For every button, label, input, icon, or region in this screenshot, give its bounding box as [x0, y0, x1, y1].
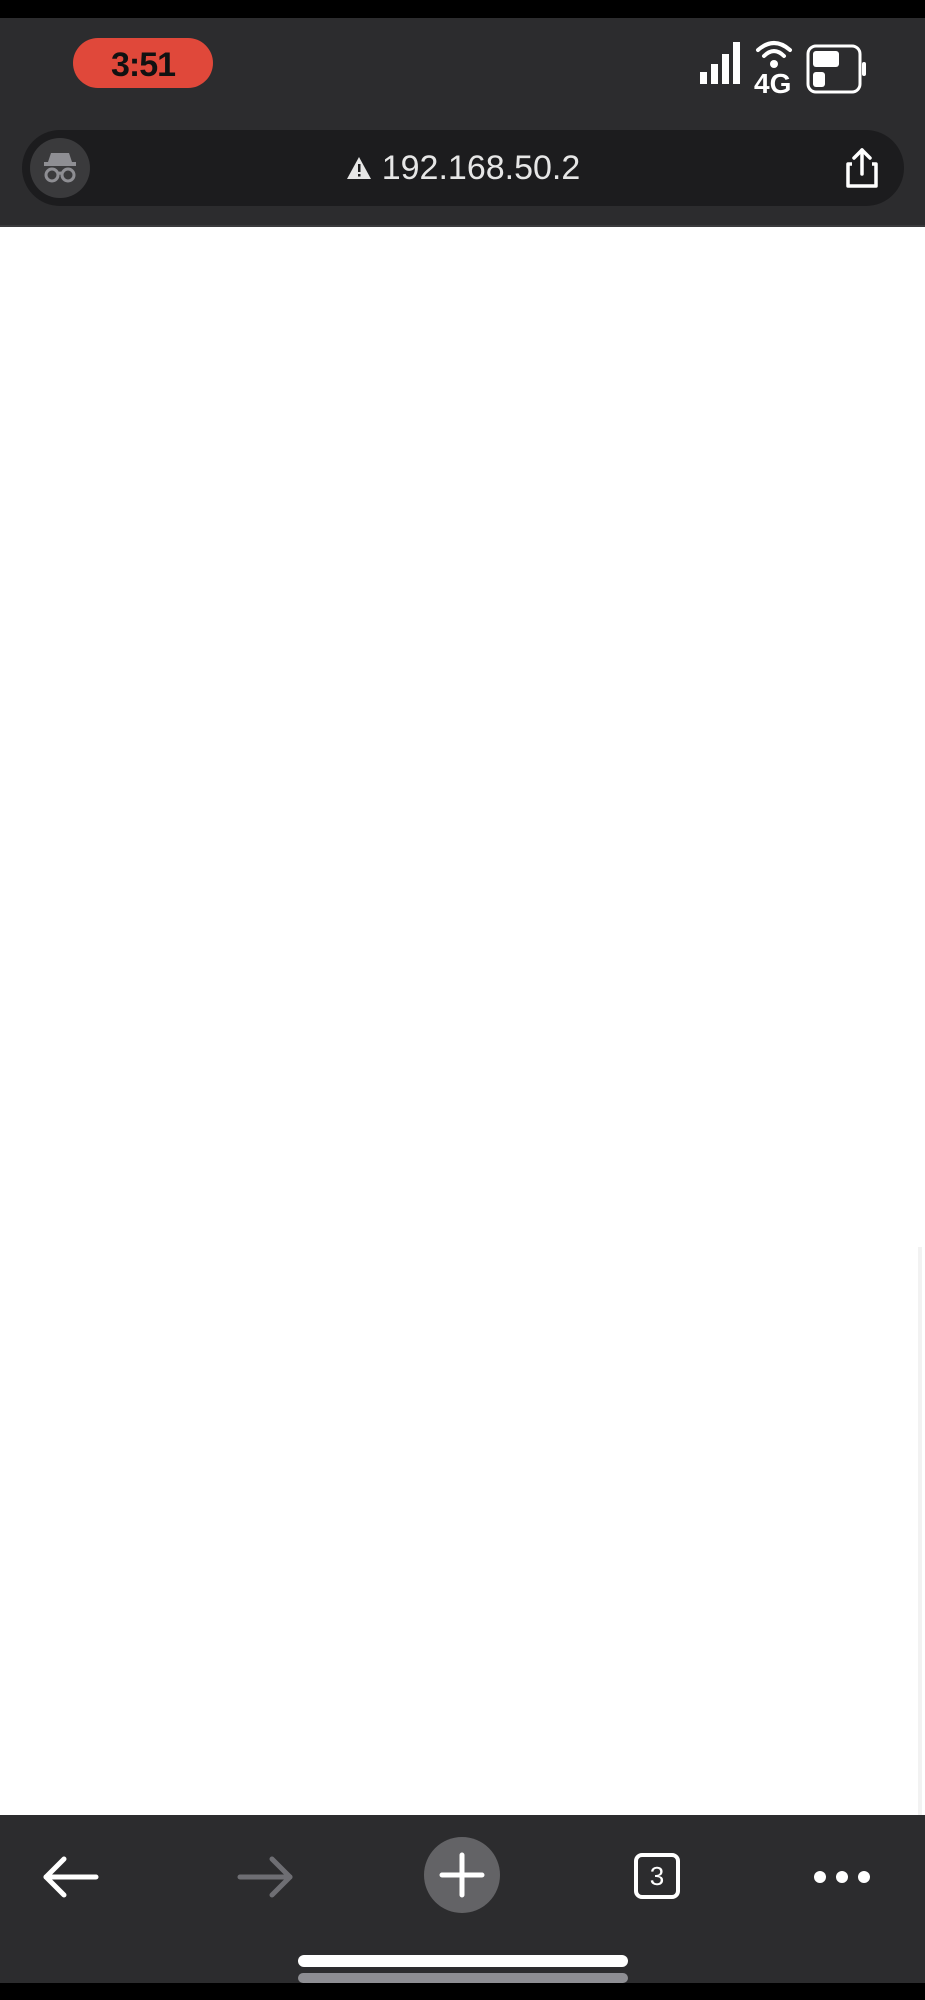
share-icon[interactable]	[838, 144, 886, 192]
wifi-icon	[756, 41, 792, 68]
home-indicator[interactable]	[298, 1955, 628, 1967]
back-button[interactable]	[30, 1837, 110, 1917]
tab-count: 3	[634, 1853, 680, 1899]
warning-triangle-icon	[346, 157, 371, 179]
web-content[interactable]	[0, 227, 925, 2000]
more-options-button[interactable]	[802, 1837, 882, 1917]
status-bar: 3:51 4G	[0, 18, 925, 118]
forward-button[interactable]	[226, 1837, 306, 1917]
top-bezel	[0, 0, 925, 18]
battery-icon	[806, 44, 866, 94]
bottom-bezel	[0, 1983, 925, 2000]
tab-switcher-button[interactable]: 3	[624, 1837, 696, 1917]
browser-address-area: 192.168.50.2	[0, 118, 925, 227]
new-tab-button[interactable]	[422, 1835, 502, 1915]
url-display[interactable]: 192.168.50.2	[22, 130, 904, 206]
url-text: 192.168.50.2	[381, 148, 581, 187]
network-type: 4G	[754, 68, 792, 99]
address-bar[interactable]: 192.168.50.2	[22, 130, 904, 206]
time-pill[interactable]: 3:51	[73, 38, 213, 88]
home-indicator-ghost	[298, 1973, 628, 1983]
phone-screen: 3:51 4G 192.168.50.2 3	[0, 0, 925, 2000]
cellular-signal-icon	[700, 42, 740, 84]
status-time: 3:51	[110, 46, 176, 84]
browser-toolbar: 3	[0, 1815, 925, 1983]
